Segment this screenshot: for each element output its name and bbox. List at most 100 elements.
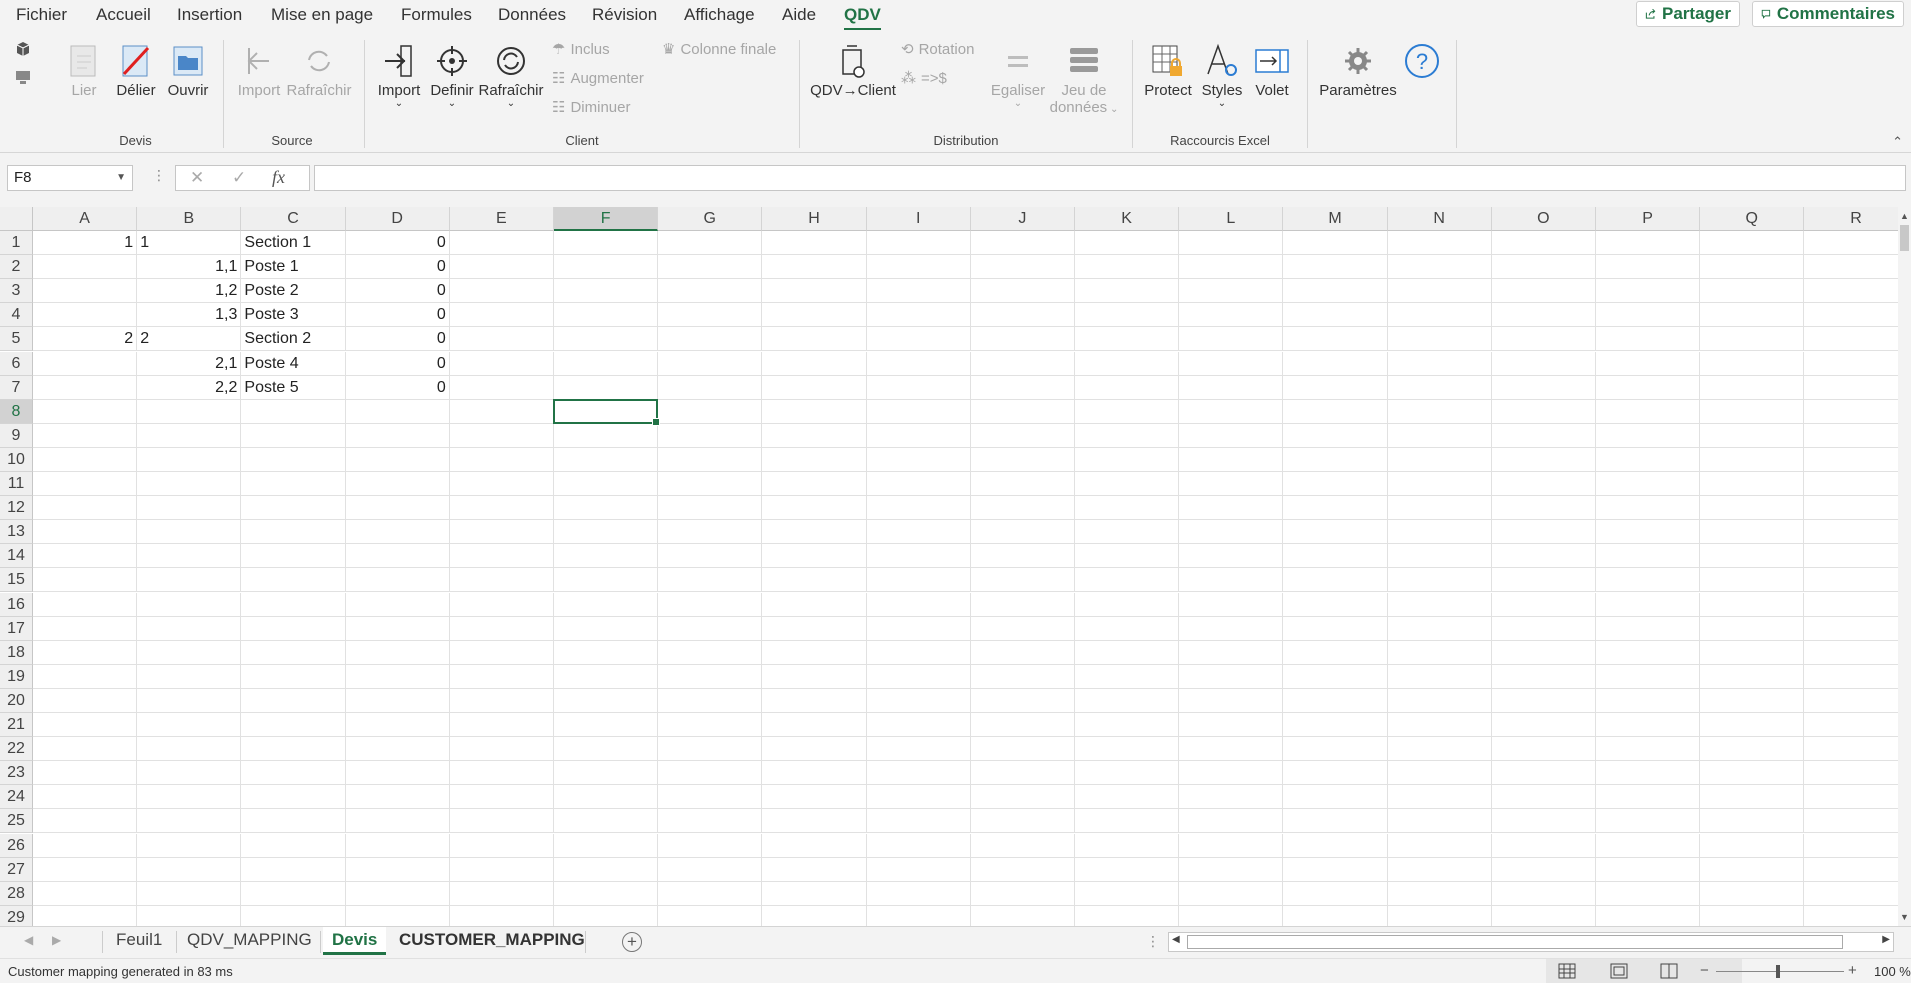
cell[interactable] (554, 568, 659, 593)
cell[interactable] (1700, 785, 1805, 810)
cell[interactable] (1700, 737, 1805, 762)
cell[interactable] (1179, 544, 1284, 569)
cell[interactable] (1596, 713, 1701, 737)
cell[interactable] (554, 592, 659, 617)
client-import-button[interactable]: Import ⌄ (374, 42, 424, 109)
cell[interactable] (658, 231, 763, 255)
tab-revision[interactable]: Révision (592, 3, 657, 27)
cell[interactable] (1179, 664, 1284, 689)
cell[interactable] (762, 255, 867, 280)
cell[interactable] (1491, 520, 1596, 545)
cell[interactable] (1075, 616, 1180, 641)
cell[interactable] (1804, 617, 1898, 641)
cell[interactable] (1804, 352, 1898, 376)
cell[interactable] (1491, 688, 1596, 713)
cell[interactable] (345, 688, 450, 713)
column-header[interactable]: R (1804, 207, 1898, 231)
cell[interactable] (1491, 592, 1596, 617)
cell[interactable] (866, 785, 971, 810)
cell[interactable] (866, 688, 971, 713)
cell[interactable] (970, 664, 1075, 689)
cell[interactable] (449, 496, 554, 521)
cell[interactable] (970, 713, 1075, 737)
cell[interactable] (762, 520, 867, 545)
cell[interactable] (33, 664, 138, 689)
cell[interactable] (1491, 496, 1596, 521)
scroll-up-icon[interactable]: ▲ (1900, 211, 1909, 221)
cell[interactable] (1387, 761, 1492, 786)
check-icon[interactable]: ✓ (232, 168, 246, 188)
cell[interactable] (1804, 255, 1898, 280)
cell[interactable]: 0 (345, 303, 450, 328)
cell[interactable] (449, 279, 554, 304)
tab-qdv[interactable]: QDV (844, 3, 881, 31)
cell[interactable] (554, 423, 659, 448)
cell[interactable] (1075, 905, 1180, 926)
cell[interactable] (762, 737, 867, 762)
cell[interactable] (866, 761, 971, 786)
cell[interactable] (658, 423, 763, 448)
cell[interactable] (241, 616, 346, 641)
more-options-icon[interactable]: ⋮ (152, 167, 166, 184)
cell[interactable] (449, 351, 554, 376)
cell[interactable] (970, 688, 1075, 713)
cell[interactable] (1596, 255, 1701, 280)
cell[interactable] (1283, 785, 1388, 810)
cell[interactable] (241, 833, 346, 858)
cell[interactable] (658, 399, 763, 424)
cell[interactable] (1179, 592, 1284, 617)
row-header[interactable]: 14 (0, 544, 33, 569)
cell[interactable] (762, 688, 867, 713)
cell[interactable] (1491, 568, 1596, 593)
cell[interactable] (1075, 303, 1180, 328)
cell[interactable] (762, 399, 867, 424)
cell[interactable]: Poste 1 (241, 255, 346, 280)
cell[interactable] (345, 520, 450, 545)
cell[interactable] (137, 472, 242, 496)
zoom-level[interactable]: 100 % (1874, 964, 1911, 979)
next-sheet-icon[interactable]: ▶ (52, 933, 61, 947)
cell[interactable] (866, 327, 971, 352)
column-header[interactable]: P (1596, 207, 1701, 231)
cell[interactable] (449, 399, 554, 424)
cell[interactable] (241, 544, 346, 569)
cell[interactable] (449, 447, 554, 472)
cell[interactable] (762, 351, 867, 376)
cell[interactable] (1596, 496, 1701, 521)
cell[interactable] (1596, 544, 1701, 569)
cell[interactable] (345, 472, 450, 496)
cell[interactable] (554, 255, 659, 280)
cell[interactable] (866, 423, 971, 448)
cell[interactable]: 1,2 (137, 279, 242, 304)
row-header[interactable]: 2 (0, 255, 33, 280)
cell[interactable] (1283, 664, 1388, 689)
cell[interactable] (1179, 737, 1284, 762)
cell[interactable] (1804, 689, 1898, 713)
cell[interactable] (1387, 279, 1492, 304)
row-header[interactable]: 12 (0, 496, 33, 521)
cell[interactable] (1804, 834, 1898, 858)
cell[interactable] (137, 688, 242, 713)
cell[interactable] (1075, 423, 1180, 448)
cell[interactable] (1283, 737, 1388, 762)
cell[interactable] (1387, 568, 1492, 593)
cell[interactable] (554, 640, 659, 665)
cell[interactable] (554, 375, 659, 400)
cell[interactable] (449, 640, 554, 665)
cell[interactable] (658, 544, 763, 569)
cell[interactable] (33, 688, 138, 713)
cell[interactable] (1596, 688, 1701, 713)
delier-button[interactable]: Délier (113, 42, 159, 99)
cell[interactable] (1075, 447, 1180, 472)
monitor-icon[interactable] (14, 68, 32, 86)
cell[interactable] (554, 447, 659, 472)
cell[interactable] (1804, 520, 1898, 545)
cell[interactable] (554, 351, 659, 376)
row-header[interactable]: 28 (0, 881, 33, 906)
column-header[interactable]: L (1179, 207, 1284, 231)
column-header[interactable]: F (554, 207, 659, 231)
cell[interactable] (867, 905, 971, 926)
cell[interactable] (1491, 881, 1596, 906)
cell[interactable] (658, 737, 763, 762)
cell[interactable] (1596, 881, 1701, 906)
